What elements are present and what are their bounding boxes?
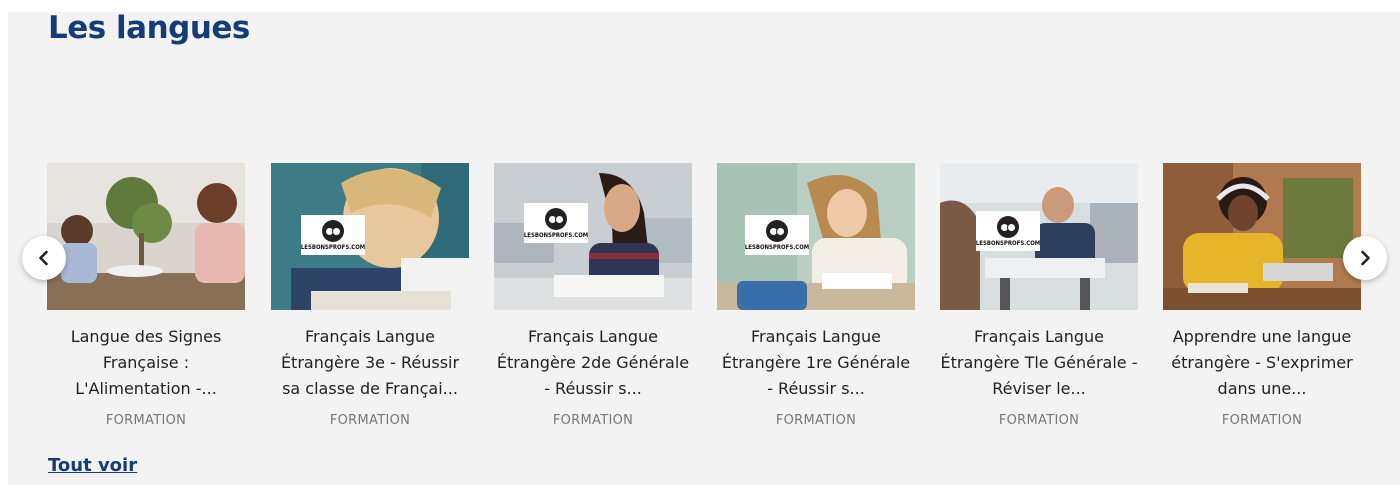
course-card[interactable]: LESBONSPROFS.COM Français Langue Étrangè… xyxy=(940,163,1138,428)
owl-icon xyxy=(322,219,344,242)
course-title[interactable]: Apprendre une langue étrangère - S'expri… xyxy=(1163,324,1361,402)
carousel-next-button[interactable] xyxy=(1343,236,1387,280)
course-thumbnail[interactable]: LESBONSPROFS.COM xyxy=(494,163,692,310)
brand-logo: LESBONSPROFS.COM xyxy=(301,215,365,255)
course-image xyxy=(47,163,245,310)
course-card[interactable]: Langue des Signes Française : L'Alimenta… xyxy=(47,163,245,428)
owl-icon xyxy=(545,207,567,230)
course-image xyxy=(1163,163,1361,310)
course-thumbnail[interactable]: LESBONSPROFS.COM xyxy=(271,163,469,310)
chevron-right-icon xyxy=(1361,250,1370,266)
course-card[interactable]: LESBONSPROFS.COM Français Langue Étrangè… xyxy=(717,163,915,428)
course-thumbnail[interactable]: LESBONSPROFS.COM xyxy=(940,163,1138,310)
carousel-prev-button[interactable] xyxy=(22,236,66,280)
brand-logo: LESBONSPROFS.COM xyxy=(745,215,809,255)
course-title[interactable]: Français Langue Étrangère 1re Générale -… xyxy=(717,324,915,402)
owl-icon xyxy=(997,215,1019,238)
course-thumbnail[interactable] xyxy=(1163,163,1361,310)
course-type-label: FORMATION xyxy=(775,413,857,428)
course-thumbnail[interactable]: LESBONSPROFS.COM xyxy=(717,163,915,310)
brand-logo: LESBONSPROFS.COM xyxy=(976,211,1040,251)
course-type-label: FORMATION xyxy=(552,413,634,428)
course-title[interactable]: Français Langue Étrangère 3e - Réussir s… xyxy=(271,324,469,402)
chevron-left-icon xyxy=(39,250,48,266)
course-type-label: FORMATION xyxy=(105,413,187,428)
course-type-label: FORMATION xyxy=(1221,413,1303,428)
course-title[interactable]: Langue des Signes Française : L'Alimenta… xyxy=(47,324,245,402)
course-carousel: Langue des Signes Française : L'Alimenta… xyxy=(0,0,1400,485)
course-type-label: FORMATION xyxy=(998,413,1080,428)
course-type-label: FORMATION xyxy=(329,413,411,428)
brand-logo: LESBONSPROFS.COM xyxy=(524,203,588,243)
course-thumbnail[interactable] xyxy=(47,163,245,310)
see-all-link[interactable]: Tout voir xyxy=(48,455,137,476)
course-card[interactable]: LESBONSPROFS.COM Français Langue Étrangè… xyxy=(494,163,692,428)
course-card[interactable]: Apprendre une langue étrangère - S'expri… xyxy=(1163,163,1361,428)
course-title[interactable]: Français Langue Étrangère Tle Générale -… xyxy=(940,324,1138,402)
owl-icon xyxy=(766,219,788,242)
course-title[interactable]: Français Langue Étrangère 2de Générale -… xyxy=(494,324,692,402)
course-card[interactable]: LESBONSPROFS.COM Français Langue Étrangè… xyxy=(271,163,469,428)
